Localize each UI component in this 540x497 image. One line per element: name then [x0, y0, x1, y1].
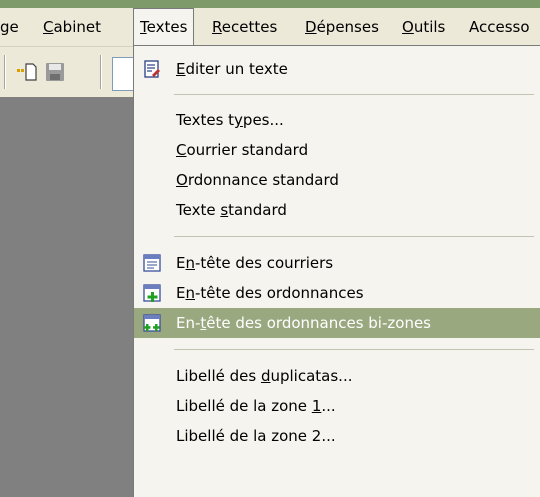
menu-textes-types[interactable]: Textes types...	[134, 105, 540, 135]
save-button[interactable]	[44, 61, 66, 83]
menu-libelle-zone-1[interactable]: Libellé de la zone 1...	[134, 391, 540, 421]
toolbar-separator	[100, 55, 101, 89]
menu-editer-un-texte-label: Editer un texte	[176, 60, 288, 78]
menu-item-page-label: ge	[0, 18, 19, 36]
menu-item-cabinet-label: abinet	[53, 18, 101, 36]
edit-text-icon	[142, 59, 162, 79]
menu-item-depenses-label: épenses	[316, 18, 379, 36]
menu-entete-ordonnances-bizones-label: En-tête des ordonnances bi-zones	[176, 314, 431, 332]
menu-separator	[174, 236, 534, 237]
menu-separator	[174, 349, 534, 350]
menu-item-outils-label: utils	[413, 18, 446, 36]
save-disk-icon	[46, 63, 64, 81]
menu-item-cabinet-accel: C	[43, 18, 54, 36]
menu-entete-ordonnances-label: En-tête des ordonnances	[176, 284, 364, 302]
menu-libelle-zone-2-label: Libellé de la zone 2...	[176, 427, 336, 445]
textes-dropdown-menu: Editer un texte Textes types... Courrier…	[133, 45, 540, 497]
menu-texte-standard[interactable]: Texte standard	[134, 195, 540, 225]
new-document-button[interactable]	[16, 61, 38, 83]
menu-item-accessoires[interactable]: Accesso	[469, 8, 530, 46]
menu-item-recettes[interactable]: Recettes	[212, 8, 277, 46]
menu-item-recettes-accel: R	[212, 18, 222, 36]
menu-ordonnance-standard-label: Ordonnance standard	[176, 171, 339, 189]
menu-item-textes-label: extes	[146, 18, 188, 36]
prescription-header-icon	[142, 283, 162, 303]
menu-entete-ordonnances[interactable]: En-tête des ordonnances	[134, 278, 540, 308]
menu-separator	[174, 94, 534, 95]
prescription-bizone-header-icon	[142, 313, 162, 333]
menu-item-outils[interactable]: Outils	[402, 8, 445, 46]
menu-textes-types-label: Textes types...	[176, 111, 284, 129]
menu-item-textes[interactable]: Textes	[133, 8, 195, 47]
menu-item-textes-accel: T	[140, 18, 147, 36]
menu-libelle-duplicatas-label: Libellé des duplicatas...	[176, 367, 353, 385]
menu-courrier-standard-label: Courrier standard	[176, 141, 309, 159]
window-title-bar	[0, 0, 540, 8]
toolbar-separator	[4, 55, 5, 89]
new-document-icon	[17, 63, 37, 81]
menu-item-page[interactable]: ge	[0, 8, 19, 46]
menu-item-cabinet[interactable]: Cabinet	[43, 8, 101, 46]
menu-courrier-standard[interactable]: Courrier standard	[134, 135, 540, 165]
menu-entete-courriers[interactable]: En-tête des courriers	[134, 248, 540, 278]
letter-header-icon	[142, 253, 162, 273]
menu-item-recettes-label: ecettes	[221, 18, 278, 36]
menu-libelle-duplicatas[interactable]: Libellé des duplicatas...	[134, 361, 540, 391]
menu-item-accessoires-label: Accesso	[469, 18, 530, 36]
menu-ordonnance-standard[interactable]: Ordonnance standard	[134, 165, 540, 195]
menu-libelle-zone-1-label: Libellé de la zone 1...	[176, 397, 336, 415]
menu-entete-courriers-label: En-tête des courriers	[176, 254, 334, 272]
toolbar	[0, 47, 140, 97]
menu-texte-standard-label: Texte standard	[176, 201, 287, 219]
menu-item-depenses[interactable]: Dépenses	[305, 8, 379, 46]
menu-libelle-zone-2[interactable]: Libellé de la zone 2...	[134, 421, 540, 451]
menu-entete-ordonnances-bizones[interactable]: En-tête des ordonnances bi-zones	[134, 308, 540, 338]
menu-bar: ge Cabinet Textes Recettes Dépenses Outi…	[0, 8, 540, 47]
workspace-area	[0, 97, 135, 497]
menu-item-outils-accel: O	[402, 18, 414, 36]
menu-item-depenses-accel: D	[305, 18, 317, 36]
menu-editer-un-texte[interactable]: Editer un texte	[134, 54, 540, 84]
